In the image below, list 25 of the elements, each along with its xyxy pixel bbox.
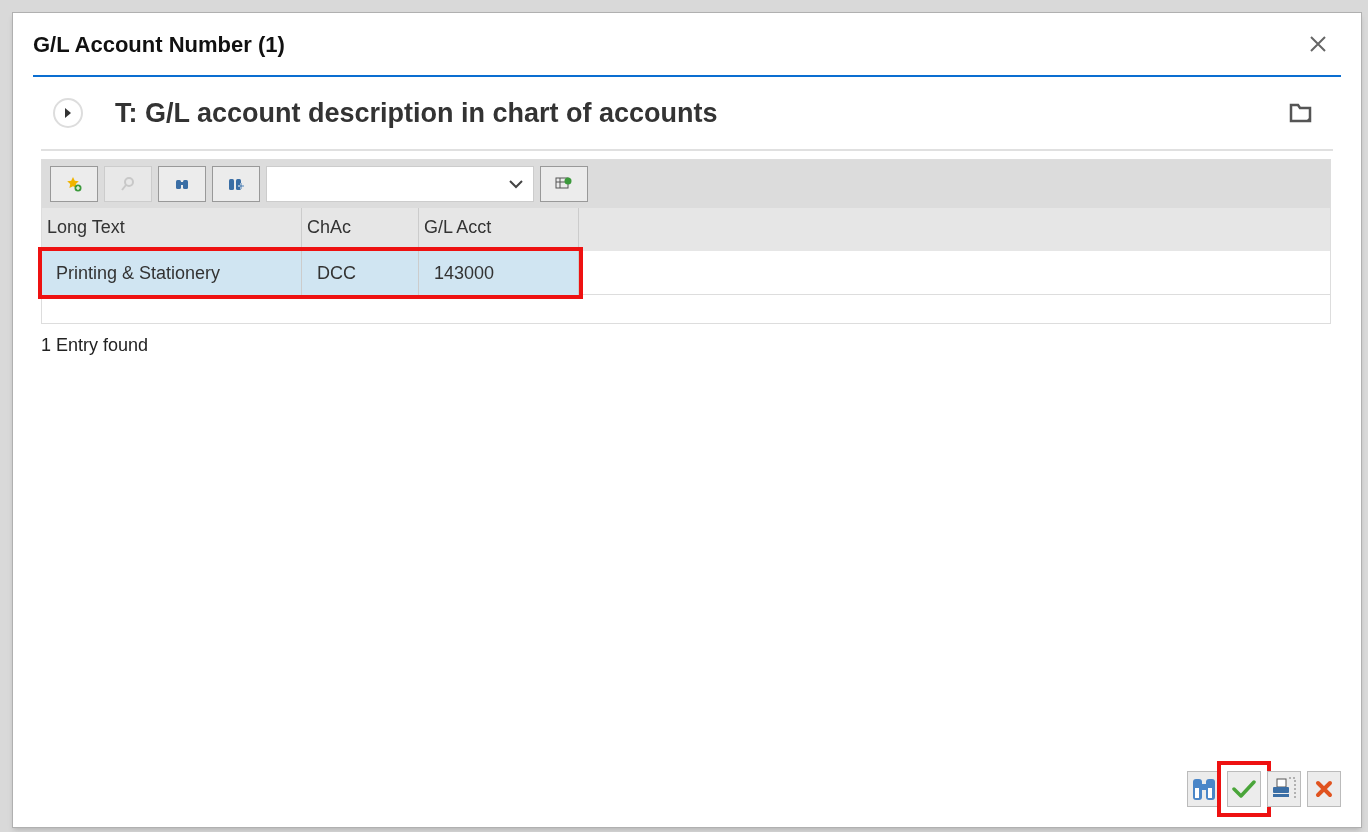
toolbar-button[interactable] <box>212 166 260 202</box>
star-plus-icon <box>66 176 82 192</box>
expand-button[interactable] <box>53 98 83 128</box>
table-cell: DCC <box>302 251 419 295</box>
grid-filter-icon <box>555 176 573 192</box>
layout-button[interactable] <box>1289 102 1313 124</box>
printer-icon <box>1271 777 1297 801</box>
binoculars-plus-icon <box>228 176 244 192</box>
play-icon <box>64 108 72 118</box>
magnifier-icon <box>120 176 136 192</box>
close-icon <box>1309 35 1327 53</box>
status-text: 1 Entry found <box>41 334 150 357</box>
cancel-icon <box>1314 779 1334 799</box>
binoculars-icon <box>1192 776 1216 802</box>
toolbar-button[interactable] <box>540 166 588 202</box>
table-cell: 143000 <box>419 251 579 295</box>
section-heading: T: G/L account description in chart of accounts <box>115 96 718 130</box>
dialog-title: G/L Account Number (1) <box>33 30 285 59</box>
checkmark-icon <box>1232 779 1256 799</box>
footer-button[interactable] <box>1307 771 1341 807</box>
toolbar-button[interactable] <box>158 166 206 202</box>
toolbar-button[interactable] <box>50 166 98 202</box>
folder-icon <box>1289 102 1313 124</box>
table-cell: Printing & Stationery <box>42 251 302 295</box>
footer-button[interactable] <box>1267 771 1301 807</box>
